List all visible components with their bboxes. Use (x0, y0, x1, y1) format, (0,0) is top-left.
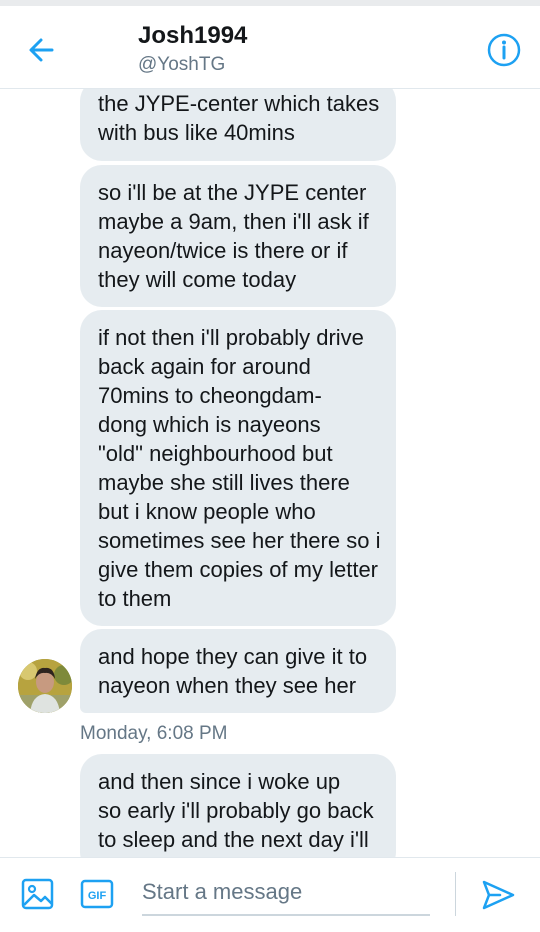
message-line: so early i'll probably go back (98, 798, 374, 823)
message-list[interactable]: the JYPE-center which takes with bus lik… (0, 89, 540, 857)
contact-handle: @YoshTG (138, 54, 226, 75)
avatar[interactable] (18, 659, 72, 713)
conversation-header: Josh1994 @YoshTG (0, 6, 540, 89)
message-bubble: so i'll be at the JYPE center maybe a 9a… (80, 165, 396, 307)
info-button[interactable] (484, 30, 524, 70)
gif-icon: GIF (80, 879, 114, 909)
message-line: maybe a 9am, then i'll ask if (98, 209, 369, 234)
info-icon (487, 33, 521, 67)
message-line: "old" neighbourhood but (98, 441, 333, 466)
message-line: with bus like 40mins (98, 120, 295, 145)
message-line: they will come today (98, 267, 297, 292)
back-button[interactable] (22, 30, 62, 70)
message-line: if not then i'll probably drive (98, 325, 364, 350)
message-bubble: the JYPE-center which takes with bus lik… (80, 89, 396, 161)
avatar-photo (18, 659, 72, 713)
message-line: to sleep and the next day i'll (98, 827, 369, 852)
send-icon (482, 880, 515, 910)
message-line: sometimes see her there so i (98, 528, 381, 553)
contact-name: Josh1994 (138, 22, 248, 49)
message-line: back again for around (98, 354, 311, 379)
message-bubble: if not then i'll probably drive back aga… (80, 310, 396, 626)
message-line: 70mins to cheongdam- (98, 383, 322, 408)
message-timestamp: Monday, 6:08 PM (80, 723, 228, 744)
gif-label: GIF (88, 890, 107, 902)
message-line: dong which is nayeons (98, 412, 321, 437)
message-line: give them copies of my letter (98, 557, 379, 582)
message-line: and hope they can give it to (98, 644, 368, 669)
message-line: nayeon/twice is there or if (98, 238, 348, 263)
gif-button[interactable]: GIF (80, 878, 114, 910)
image-icon (21, 878, 54, 910)
message-line: to them (98, 586, 172, 611)
message-input[interactable] (142, 870, 430, 916)
add-photo-button[interactable] (20, 876, 56, 912)
message-bubble: and hope they can give it to nayeon when… (80, 629, 396, 713)
send-button[interactable] (480, 878, 516, 912)
conversation-title[interactable]: Josh1994 @YoshTG (138, 22, 247, 76)
message-line: maybe she still lives there (98, 470, 350, 495)
message-line: and then since i woke up (98, 769, 341, 794)
message-bubble: and then since i woke up so early i'll p… (80, 754, 396, 857)
message-composer: GIF (0, 857, 540, 932)
message-line: the JYPE-center which takes (98, 91, 380, 116)
arrow-left-icon (29, 38, 54, 62)
message-line: so i'll be at the JYPE center (98, 180, 367, 205)
message-line: nayeon when they see her (98, 673, 357, 698)
message-line: but i know people who (98, 499, 316, 524)
composer-divider (455, 872, 456, 916)
